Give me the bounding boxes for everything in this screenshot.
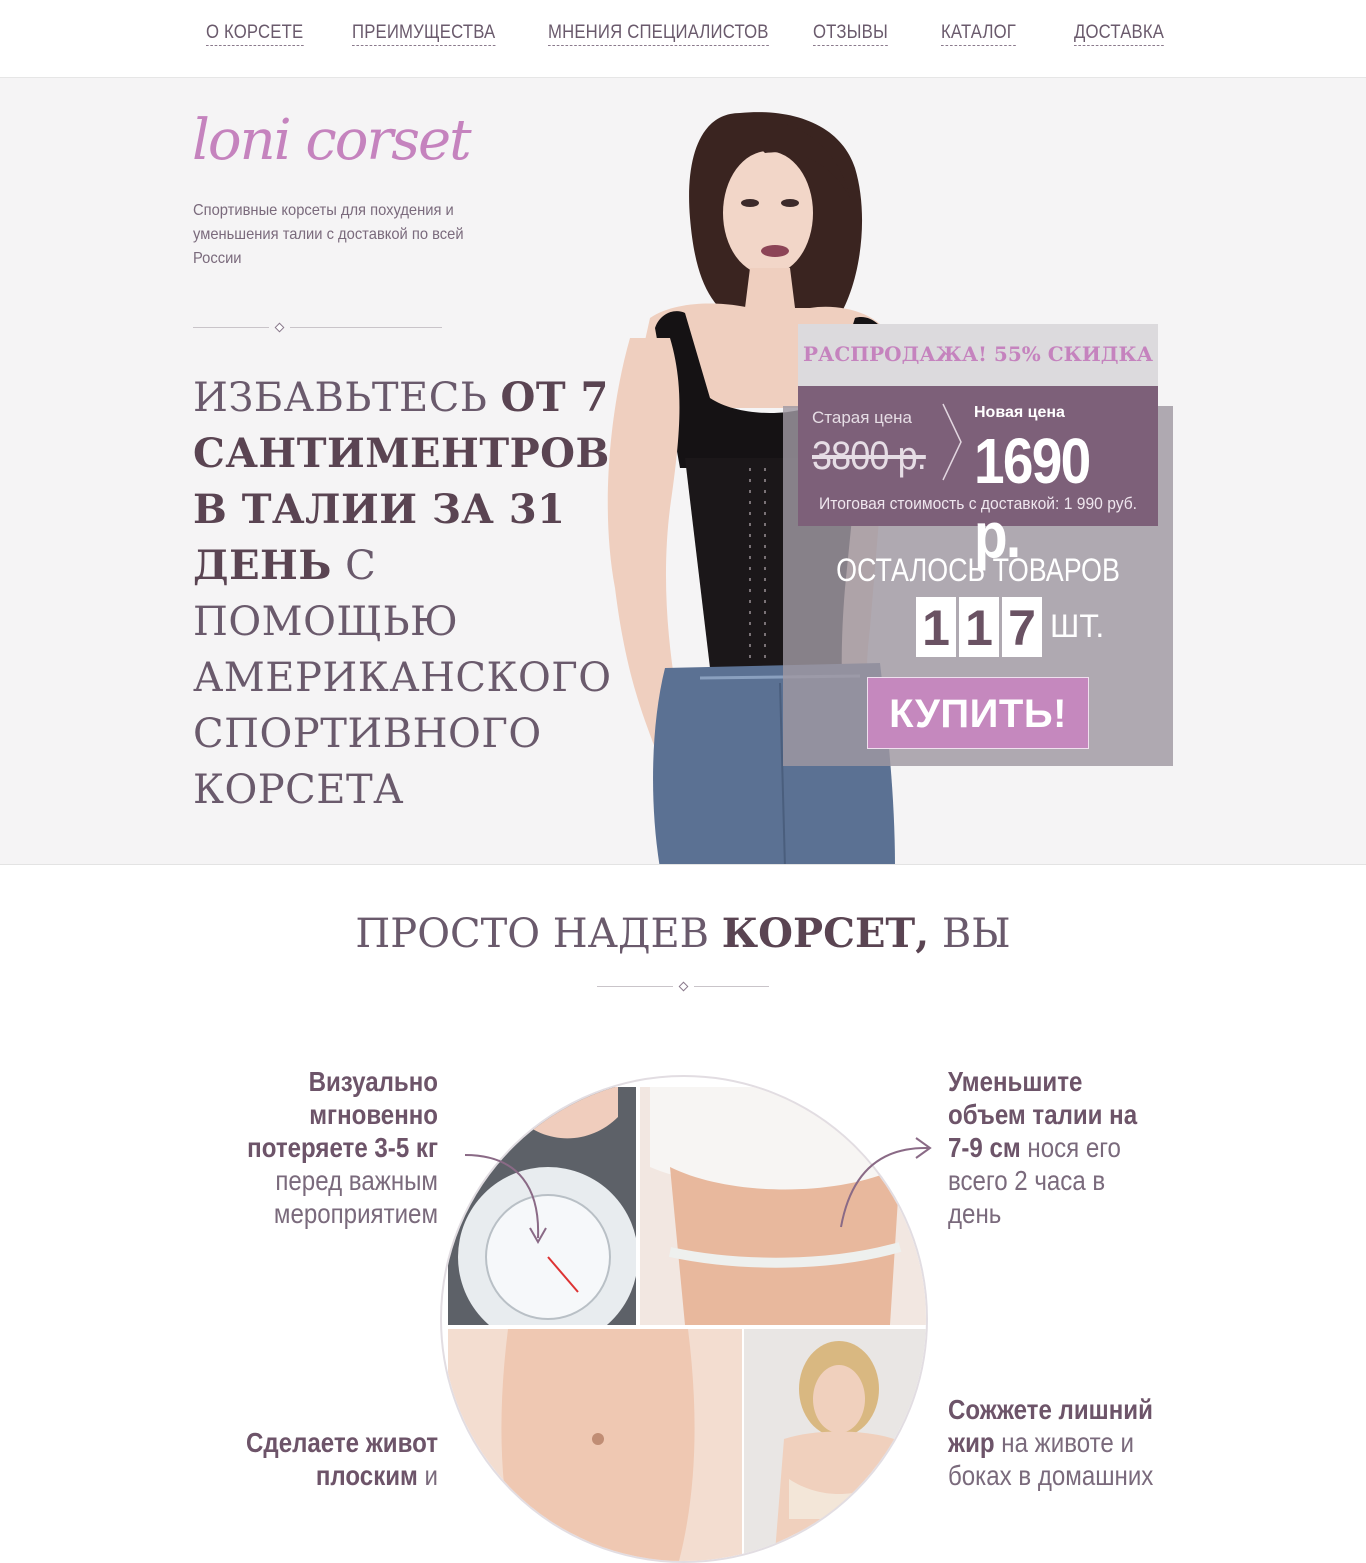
hero-section: loni corset Спортивные корсеты для похуд… xyxy=(0,78,1366,865)
stock-unit: ШТ. xyxy=(1050,608,1105,644)
benefit-text: перед важным мероприятием xyxy=(273,1165,438,1229)
new-price-label: Новая цена xyxy=(974,404,1065,421)
nav-item-advantages[interactable]: ПРЕИМУЩЕСТВА xyxy=(352,22,496,46)
sale-text: РАСПРОДАЖА! 55% СКИДКА xyxy=(802,342,1153,366)
benefit-bold: Сделаете живот плоским xyxy=(246,1427,438,1491)
title-light: ПРОСТО НАДЕВ xyxy=(355,911,722,957)
total-price: Итоговая стоимость с доставкой: 1 990 ру… xyxy=(818,494,1138,513)
arrow-icon xyxy=(464,1154,547,1245)
top-navigation: О КОРСЕТЕ ПРЕИМУЩЕСТВА МНЕНИЯ СПЕЦИАЛИСТ… xyxy=(0,0,1366,78)
old-price: 3800 р. xyxy=(812,434,927,478)
benefit-bold: Визуально мгновенно потеряете 3-5 кг xyxy=(247,1066,438,1163)
chevron-right-icon xyxy=(942,403,962,481)
buy-button[interactable]: КУПИТЬ! xyxy=(867,677,1089,749)
nav-item-catalog[interactable]: КАТАЛОГ xyxy=(941,22,1017,46)
benefit-flat-belly: Сделаете живот плоским и xyxy=(180,1426,438,1492)
stock-label: ОСТАЛОСЬ ТОВАРОВ xyxy=(836,552,1120,588)
price-box: Старая цена 3800 р. Новая цена 1690 р. И… xyxy=(798,386,1158,571)
nav-item-delivery[interactable]: ДОСТАВКА xyxy=(1074,22,1165,46)
title-bold: КОРСЕТ, xyxy=(721,910,930,957)
section-title: ПРОСТО НАДЕВ КОРСЕТ, ВЫ xyxy=(0,910,1366,957)
benefit-weight: Визуально мгновенно потеряете 3-5 кг пер… xyxy=(180,1065,438,1230)
nav-item-experts[interactable]: МНЕНИЯ СПЕЦИАЛИСТОВ xyxy=(548,22,769,46)
logo[interactable]: loni corset xyxy=(192,108,472,173)
benefit-text: и xyxy=(417,1460,438,1491)
stock-digit: 1 xyxy=(916,597,956,657)
section-divider xyxy=(597,981,769,992)
benefit-waist: Уменьшите объем талии на 7-9 см нося его… xyxy=(948,1065,1198,1230)
stock-digit: 1 xyxy=(959,597,999,657)
sale-banner: РАСПРОДАЖА! 55% СКИДКА xyxy=(798,324,1158,386)
flat-belly-photo xyxy=(448,1329,742,1561)
woman-lingerie-photo xyxy=(744,1329,926,1561)
stock-digit: 7 xyxy=(1002,597,1042,657)
nav-item-about[interactable]: О КОРСЕТЕ xyxy=(206,22,304,46)
tagline: Спортивные корсеты для похудения и умень… xyxy=(193,202,464,267)
benefit-burn-fat: Сожжете лишний жир на животе и боках в д… xyxy=(948,1393,1198,1492)
headline-part-1: ИЗБАВЬТЕСЬ xyxy=(193,375,501,421)
nav-item-reviews[interactable]: ОТЗЫВЫ xyxy=(813,22,888,46)
divider xyxy=(193,322,443,333)
old-price-label: Старая цена xyxy=(812,408,913,427)
hero-headline: ИЗБАВЬТЕСЬ ОТ 7 САНТИМЕНТРОВ В ТАЛИИ ЗА … xyxy=(193,370,613,818)
arrow-icon xyxy=(840,1137,932,1228)
title-end: ВЫ xyxy=(929,911,1011,957)
